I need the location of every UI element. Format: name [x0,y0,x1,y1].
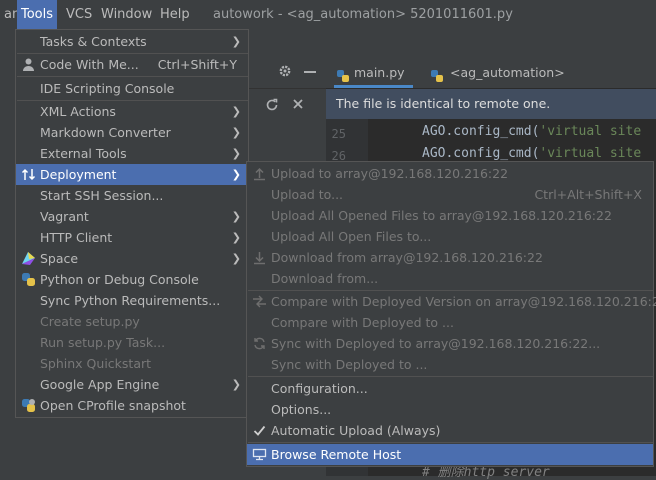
menu-item-http-client[interactable]: HTTP Client ❯ [16,227,248,248]
menu-separator [17,76,248,77]
remote-host-toolbar [248,89,326,121]
chevron-right-icon: ❯ [231,126,241,139]
menu-item-vagrant[interactable]: Vagrant ❯ [16,206,248,227]
code-line: AGO.config_cmd('virtual site [422,146,642,161]
menu-item-sync-with-deployed-host[interactable]: Sync with Deployed to array@192.168.120.… [247,333,653,354]
menu-item-browse-remote-host[interactable]: Browse Remote Host [247,444,653,465]
menu-item-run-setup-py-task[interactable]: Run setup.py Task... [16,332,248,353]
menu-tools[interactable]: Tools [17,0,58,29]
compare-icon [252,294,267,309]
tools-menu: Tasks & Contexts ❯ Code With Me... Ctrl+Sh… [15,29,249,418]
menu-item-space[interactable]: Space ❯ [16,248,248,269]
checkmark-icon [252,423,267,438]
chevron-right-icon: ❯ [231,252,241,265]
menu-item-external-tools[interactable]: External Tools ❯ [16,143,248,164]
menu-item-sync-with-deployed-to[interactable]: Sync with Deployed to ... [247,354,653,375]
python-icon [21,272,36,287]
menu-item-code-with-me[interactable]: Code With Me... Ctrl+Shift+Y [16,54,248,75]
window-title: autowork - <ag_automation> 5201011601.py [213,7,513,22]
left-tool-strip [0,29,16,476]
menu-item-upload-all-opened[interactable]: Upload All Opened Files to array@192.168… [247,205,653,226]
menu-item-deployment[interactable]: Deployment ❯ [16,164,248,185]
menu-item-compare-deployed-to[interactable]: Compare with Deployed to ... [247,312,653,333]
sync-icon [252,336,267,351]
chevron-right-icon: ❯ [231,168,241,181]
menu-item-automatic-upload[interactable]: Automatic Upload (Always) [247,420,653,441]
menu-vcs[interactable]: VCS [62,0,96,29]
gear-icon[interactable] [278,64,292,81]
chevron-right-icon: ❯ [231,231,241,244]
menu-separator [248,376,653,377]
python-profile-icon [21,398,36,413]
sync-arrows-icon [21,167,36,182]
code-line: AGO.config_cmd('virtual site [422,124,642,139]
info-banner: The file is identical to remote one. [326,89,656,119]
minimize-icon[interactable] [304,71,316,73]
line-number: 25 [331,127,346,141]
menu-item-ide-scripting-console[interactable]: IDE Scripting Console [16,78,248,99]
deployment-submenu: Upload to array@192.168.120.216:22 Uploa… [246,161,656,467]
menu-item-xml-actions[interactable]: XML Actions ❯ [16,101,248,122]
menu-item-download-from-host[interactable]: Download from array@192.168.120.216:22 [247,247,653,268]
chevron-right-icon: ❯ [231,35,241,48]
user-icon [21,57,36,72]
menu-help[interactable]: Help [156,0,194,29]
menu-separator [248,442,653,443]
menu-item-open-cprofile-snapshot[interactable]: Open CProfile snapshot [16,395,248,416]
menu-window[interactable]: Window [97,0,156,29]
editor-tab-bar: main.py <ag_automation> 5201011602.py [326,58,656,110]
menu-item-options[interactable]: Options... [247,399,653,420]
menu-item-markdown-converter[interactable]: Markdown Converter ❯ [16,122,248,143]
menu-item-configuration[interactable]: Configuration... [247,378,653,399]
menu-item-download-from[interactable]: Download from... [247,268,653,289]
tab-main-py[interactable]: main.py [334,58,413,88]
tab-remote-file[interactable]: <ag_automation> 5201011602.py [428,58,656,110]
menu-item-create-setup-py[interactable]: Create setup.py [16,311,248,332]
banner-text: The file is identical to remote one. [336,96,551,111]
menu-item-start-ssh-session[interactable]: Start SSH Session... [16,185,248,206]
download-icon [252,250,267,265]
menu-item-python-debug-console[interactable]: Python or Debug Console [16,269,248,290]
menu-item-tasks-contexts[interactable]: Tasks & Contexts ❯ [16,31,248,52]
menu-item-upload-to[interactable]: Upload to... Ctrl+Alt+Shift+X [247,184,653,205]
tab-label: main.py [354,65,405,80]
menu-item-sync-python-requirements[interactable]: Sync Python Requirements... [16,290,248,311]
menu-item-google-app-engine[interactable]: Google App Engine ❯ [16,374,248,395]
chevron-right-icon: ❯ [231,105,241,118]
chevron-right-icon: ❯ [231,147,241,160]
menu-bar: an Tools VCS Window Help autowork - <ag_… [0,0,656,29]
refresh-icon[interactable] [265,98,279,115]
remote-host-icon [252,447,267,462]
chevron-right-icon: ❯ [231,378,241,391]
menu-item-compare-deployed-version[interactable]: Compare with Deployed Version on array@1… [247,291,656,312]
menu-item-sphinx-quickstart[interactable]: Sphinx Quickstart [16,353,248,374]
upload-icon [252,166,267,181]
chevron-right-icon: ❯ [231,210,241,223]
project-panel-header [248,58,326,89]
close-icon[interactable] [291,97,305,114]
menu-item-upload-all-open-to[interactable]: Upload All Open Files to... [247,226,653,247]
menu-item-upload-to-host[interactable]: Upload to array@192.168.120.216:22 [247,163,653,184]
space-logo-icon [21,251,36,266]
